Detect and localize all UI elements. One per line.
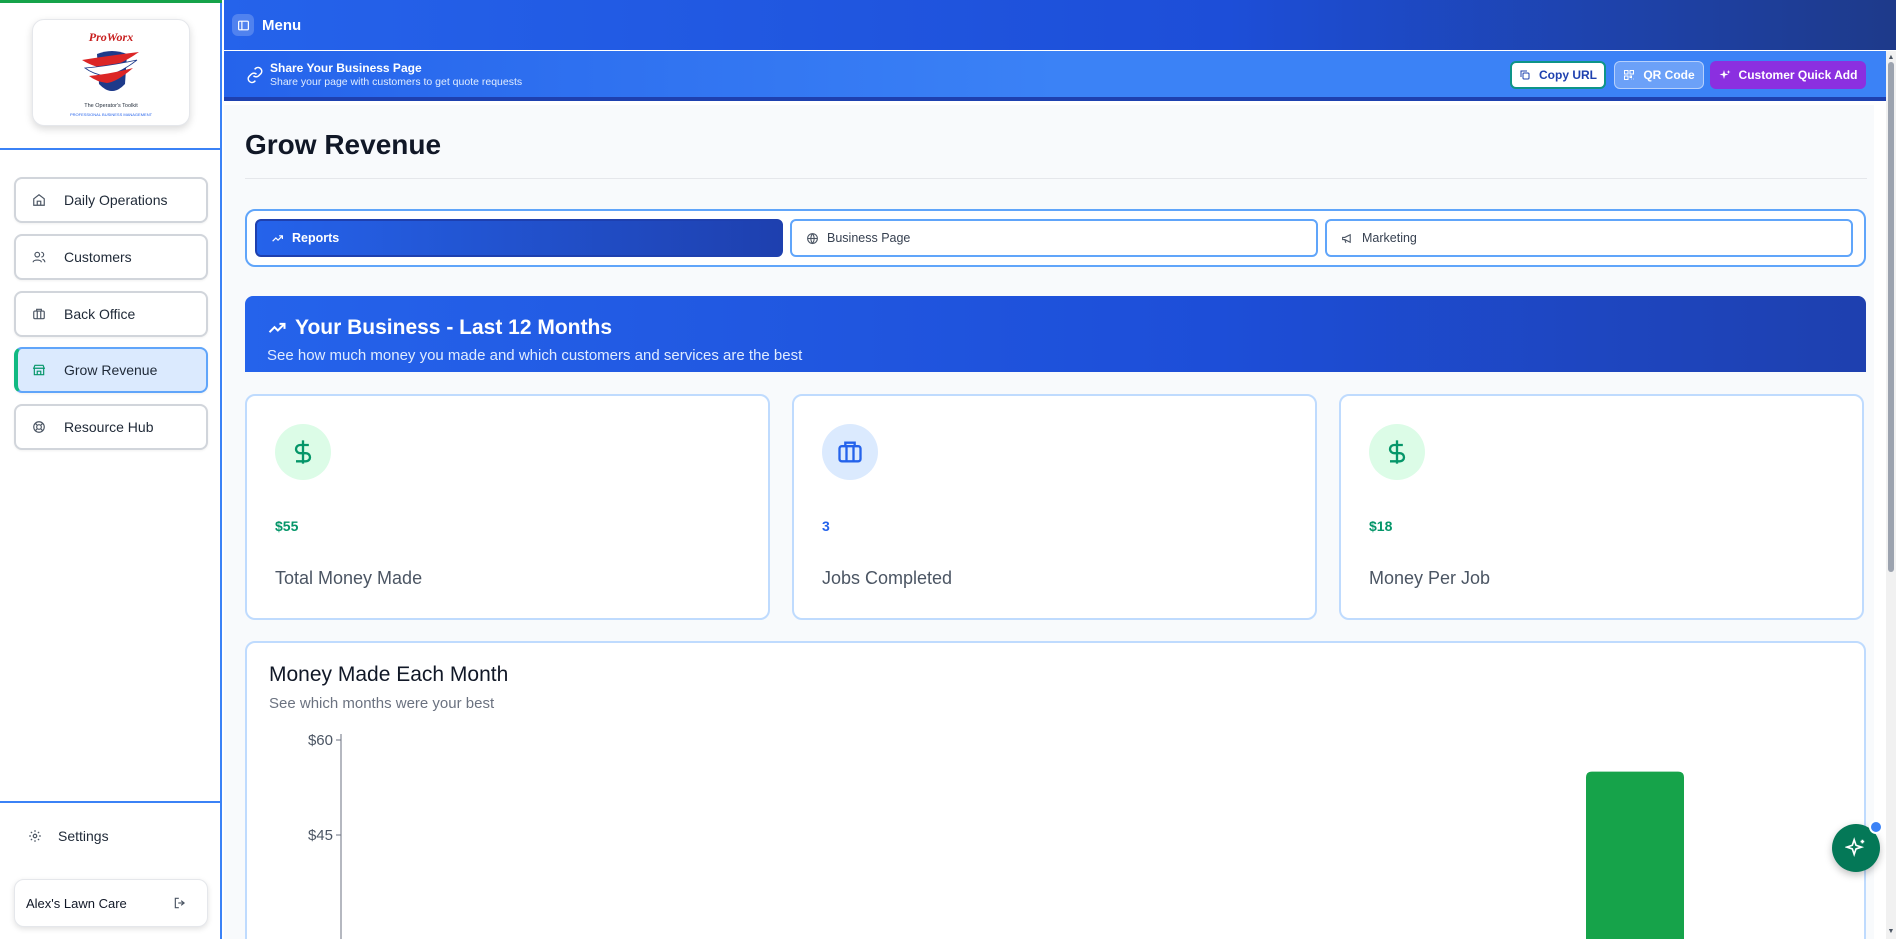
tab-reports[interactable]: Reports [255, 219, 783, 257]
sidebar-item-label: Resource Hub [64, 419, 154, 435]
tab-label: Reports [292, 231, 340, 245]
section-tabs: Reports Business Page Marketing [245, 209, 1866, 267]
copy-icon [1520, 70, 1530, 80]
menu-label[interactable]: Menu [262, 17, 301, 34]
sparkles-icon [1719, 70, 1731, 79]
share-business-banner: Share Your Business Page Share your page… [224, 51, 1896, 101]
y-tick-label: $45 [308, 827, 333, 844]
sidebar-item-label: Customers [64, 249, 132, 265]
dollar-icon [1388, 440, 1406, 464]
stat-label: Jobs Completed [822, 568, 953, 588]
trending-up-icon [272, 234, 283, 242]
monthly-revenue-chart: $60 $45 [308, 732, 1684, 939]
brand-subtitle: PROFESSIONAL BUSINESS MANAGEMENT [69, 112, 153, 117]
brand-tagline: The Operator's Toolkit [84, 103, 138, 109]
customer-quick-add-label: Customer Quick Add [1738, 68, 1858, 82]
logout-icon[interactable] [173, 896, 187, 910]
home-icon [33, 194, 45, 206]
stat-card-money-per-job: $18 Money Per Job [1339, 394, 1864, 620]
sparkles-icon [1845, 837, 1865, 858]
dollar-icon [294, 440, 312, 464]
tab-label: Marketing [1362, 231, 1417, 245]
tab-business-page[interactable]: Business Page [790, 219, 1318, 257]
stat-icon-wrap [822, 424, 878, 480]
y-tick-label: $60 [308, 732, 333, 749]
store-icon [32, 364, 46, 376]
title-divider [245, 178, 1867, 179]
sidebar-item-customers[interactable]: Customers [14, 234, 208, 280]
sidebar-item-label: Daily Operations [64, 192, 168, 208]
sidebar-toggle-icon[interactable] [232, 14, 254, 36]
hero-title: Your Business - Last 12 Months [267, 316, 612, 340]
account-card: Alex's Lawn Care [14, 879, 208, 927]
briefcase-icon [33, 308, 45, 320]
scroll-down-icon[interactable]: ▼ [1886, 927, 1896, 937]
users-icon [32, 251, 46, 263]
stat-card-total-money: $55 Total Money Made [245, 394, 770, 620]
top-menu-bar: Menu [224, 0, 1896, 50]
sidebar-item-label: Grow Revenue [64, 362, 158, 378]
stat-icon-wrap [275, 424, 331, 480]
lifebuoy-icon [33, 421, 45, 433]
share-title: Share Your Business Page [270, 61, 422, 75]
brand-logo[interactable]: ProWorx The Operator's Toolkit PROFESSIO… [32, 19, 190, 126]
page-title: Grow Revenue [245, 129, 442, 160]
stat-card-jobs-completed: 3 Jobs Completed [792, 394, 1317, 620]
copy-url-label: Copy URL [1539, 68, 1597, 82]
stat-label: Money Per Job [1369, 568, 1491, 588]
stat-label: Total Money Made [275, 568, 423, 588]
stat-value: $55 [275, 518, 299, 534]
eagle-shield-icon [82, 51, 139, 91]
share-subtitle: Share your page with customers to get qu… [270, 76, 523, 88]
sidebar-item-grow-revenue[interactable]: Grow Revenue [14, 347, 208, 393]
qr-code-label: QR Code [1643, 68, 1695, 82]
main-content: Grow Revenue Reports Business Page Marke… [224, 105, 1874, 939]
logo-area: ProWorx The Operator's Toolkit PROFESSIO… [0, 0, 222, 150]
globe-icon [807, 232, 818, 244]
brand-name: ProWorx [88, 30, 134, 44]
notification-dot [1869, 820, 1883, 834]
settings-label: Settings [58, 828, 109, 844]
sidebar-divider [0, 801, 222, 803]
gear-icon [29, 830, 41, 842]
account-name: Alex's Lawn Care [26, 895, 127, 911]
sidebar-item-resource-hub[interactable]: Resource Hub [14, 404, 208, 450]
megaphone-icon [1342, 233, 1351, 243]
scrollbar-thumb[interactable] [1888, 62, 1894, 572]
monthly-revenue-chart-card: Money Made Each Month See which months w… [245, 641, 1866, 939]
customer-quick-add-button[interactable]: Customer Quick Add [1710, 61, 1866, 89]
sidebar-item-back-office[interactable]: Back Office [14, 291, 208, 337]
briefcase-icon [838, 441, 862, 463]
chart-bar[interactable] [1586, 771, 1684, 939]
tab-marketing[interactable]: Marketing [1325, 219, 1853, 257]
stat-icon-wrap [1369, 424, 1425, 480]
hero-subtitle: See how much money you made and which cu… [267, 347, 803, 364]
stat-value: 3 [822, 518, 830, 534]
copy-url-button[interactable]: Copy URL [1510, 61, 1606, 89]
business-summary-header: Your Business - Last 12 Months See how m… [245, 296, 1866, 372]
trending-up-icon [268, 322, 286, 333]
stat-value: $18 [1369, 518, 1393, 534]
qr-code-button[interactable]: QR Code [1614, 61, 1704, 89]
sidebar: ProWorx The Operator's Toolkit PROFESSIO… [0, 0, 222, 939]
sidebar-item-label: Back Office [64, 306, 136, 322]
hero-title-text: Your Business - Last 12 Months [295, 316, 612, 339]
settings-link[interactable]: Settings [28, 828, 109, 844]
sidebar-item-daily-operations[interactable]: Daily Operations [14, 177, 208, 223]
tab-label: Business Page [827, 231, 911, 245]
link-icon [247, 66, 263, 84]
qr-code-icon [1624, 70, 1635, 80]
